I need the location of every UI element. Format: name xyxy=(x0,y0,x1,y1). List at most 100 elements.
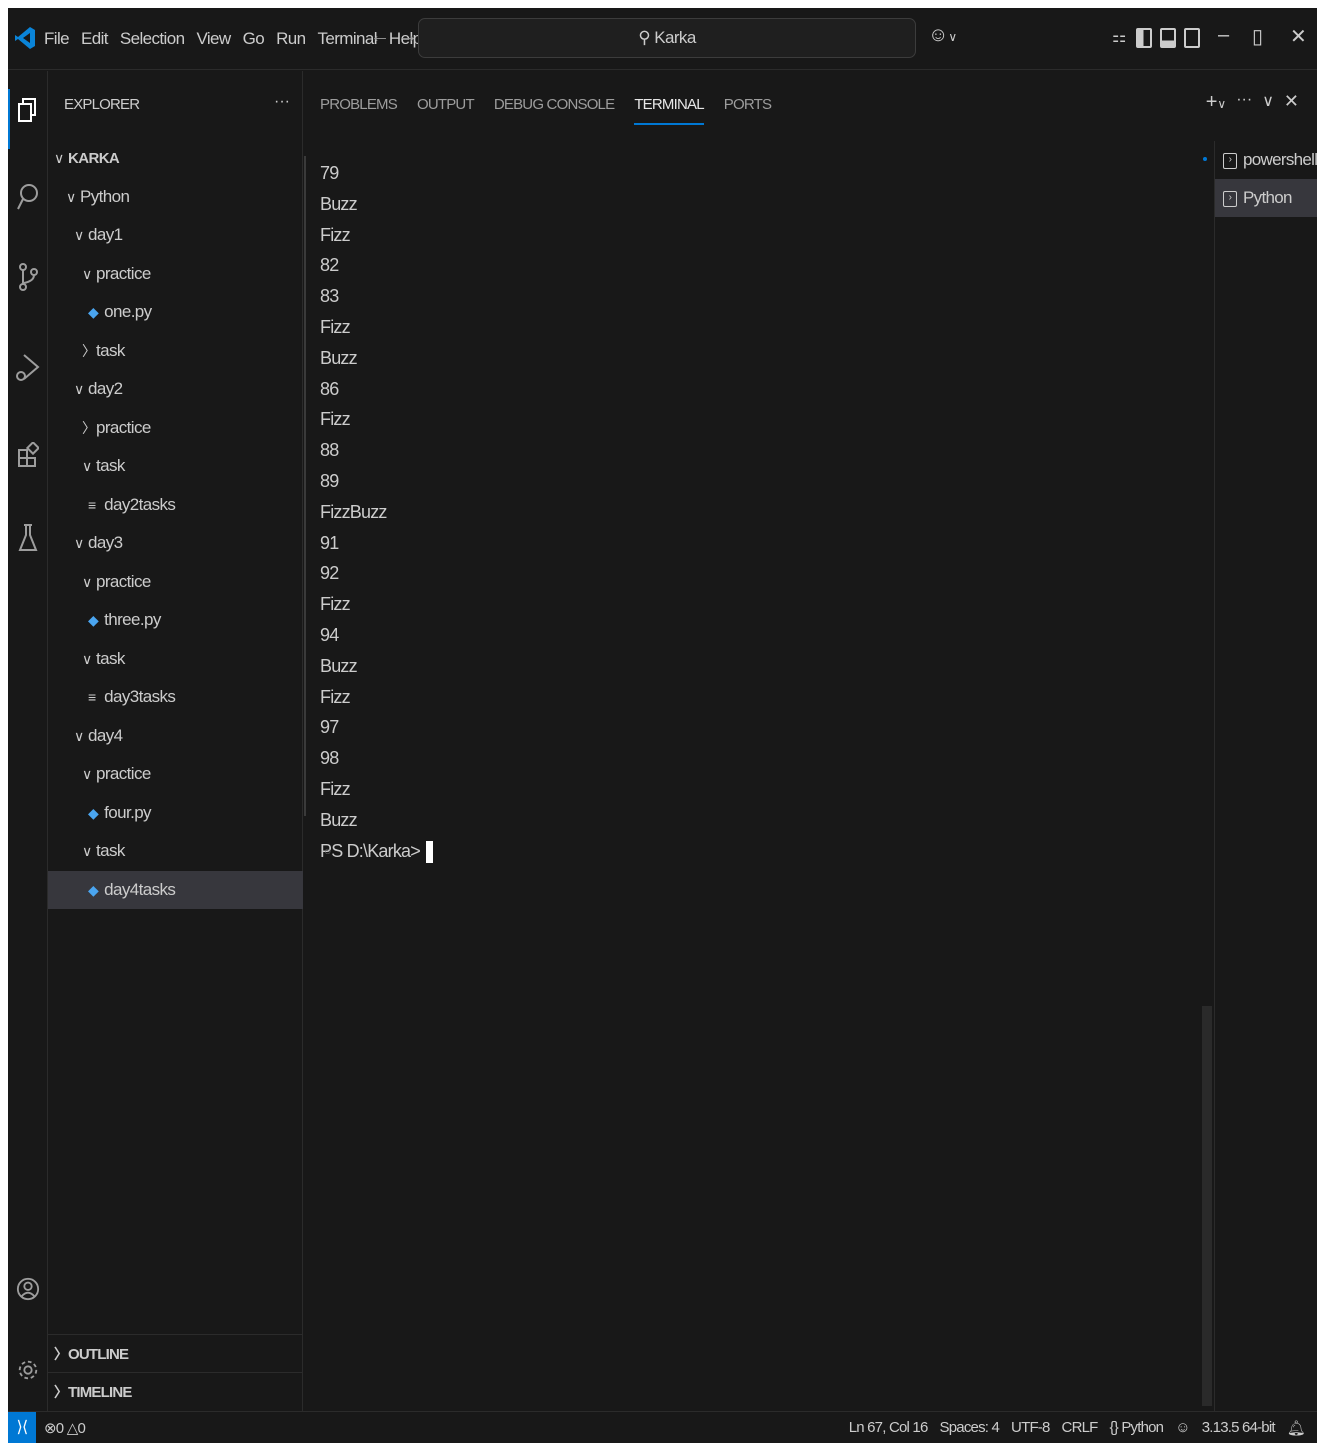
notifications-bell-icon[interactable]: 🔔︎ xyxy=(1287,1419,1306,1437)
tree-folder[interactable]: ∨ practice xyxy=(48,755,303,793)
customize-layout-icon[interactable]: ⚏ xyxy=(1112,28,1128,48)
terminal-line: 88 xyxy=(320,440,339,461)
indentation[interactable]: Spaces: 4 xyxy=(940,1419,1000,1437)
remote-indicator-icon[interactable]: ⟩⟨ xyxy=(8,1412,36,1443)
new-terminal-icon[interactable]: +∨ xyxy=(1206,91,1226,114)
cursor-position[interactable]: Ln 67, Col 16 xyxy=(849,1419,929,1437)
restore-icon[interactable]: ▯ xyxy=(1252,24,1263,49)
menu-view[interactable]: View xyxy=(196,28,231,50)
terminal-line: Buzz xyxy=(320,347,358,368)
terminal-line: 83 xyxy=(320,286,339,307)
tree-folder[interactable]: 〉practice xyxy=(48,409,303,447)
terminal-icon: › xyxy=(1223,190,1237,207)
terminal-scrollbar[interactable] xyxy=(1202,1006,1212,1406)
explorer-sidebar: EXPLORER ··· ∨ KARKA ∨ Python ∨ day1 ∨ practice… xyxy=(48,71,303,1411)
menu-file[interactable]: File xyxy=(44,28,70,50)
tree-item-label: day2tasks xyxy=(104,494,176,514)
terminal-output[interactable]: 79 Buzz Fizz 82 83 Fizz Buzz 86 Fizz 88 89 FizzBuzz… xyxy=(304,156,1212,1406)
tree-folder[interactable]: ∨ task xyxy=(48,832,303,870)
outline-section[interactable]: 〉OUTLINE xyxy=(48,1334,303,1372)
accounts-icon[interactable] xyxy=(16,1275,40,1303)
terminal-line: Fizz xyxy=(320,409,351,430)
terminal-line: 98 xyxy=(320,748,339,769)
panel-actions: +∨ ··· ∨ ✕ xyxy=(1206,91,1299,114)
active-indicator xyxy=(8,89,10,149)
line-endings[interactable]: CRLF xyxy=(1062,1419,1099,1437)
minimize-icon[interactable]: – xyxy=(1218,24,1229,47)
tree-file[interactable]: ◆ four.py xyxy=(48,794,303,832)
terminal-prompt-line[interactable]: ○ PS D:\Karka> xyxy=(320,836,433,867)
tree-file[interactable]: ◆ one.py xyxy=(48,293,303,331)
toggle-panel-icon[interactable] xyxy=(1160,28,1176,48)
tree-folder[interactable]: ∨ task xyxy=(48,447,303,485)
problems-status[interactable]: ⊗0 △0 xyxy=(44,1419,86,1437)
tree-folder[interactable]: ∨ practice xyxy=(48,563,303,601)
explorer-title: EXPLORER xyxy=(64,96,140,113)
more-icon[interactable]: ··· xyxy=(1236,91,1252,114)
menu-terminal[interactable]: Terminal xyxy=(317,28,377,50)
vscode-window: File Edit Selection View Go Run Terminal… xyxy=(8,8,1317,1443)
toggle-secondary-sidebar-icon[interactable] xyxy=(1184,28,1200,48)
terminal-item-label: powershell xyxy=(1243,150,1317,169)
menu-edit[interactable]: Edit xyxy=(81,28,109,50)
command-center-search[interactable]: ⚲ Karka xyxy=(418,18,916,58)
terminal-line: Fizz xyxy=(320,686,351,707)
tab-debug-console[interactable]: DEBUG CONSOLE xyxy=(494,96,615,121)
tree-folder[interactable]: ∨ day2 xyxy=(48,370,303,408)
tab-terminal[interactable]: TERMINAL xyxy=(634,96,705,125)
explorer-icon[interactable] xyxy=(16,96,40,124)
tab-problems[interactable]: PROBLEMS xyxy=(320,96,398,121)
menu-selection[interactable]: Selection xyxy=(120,28,185,50)
tree-root[interactable]: ∨ KARKA xyxy=(48,139,303,177)
tab-output[interactable]: OUTPUT xyxy=(417,96,475,121)
copilot-status-icon[interactable]: ☺ xyxy=(1175,1419,1190,1437)
terminal-line: FizzBuzz xyxy=(320,501,387,522)
terminal-item-label: Python xyxy=(1243,188,1292,207)
tree-folder[interactable]: ∨ day3 xyxy=(48,524,303,562)
tree-folder[interactable]: ∨ day1 xyxy=(48,216,303,254)
tree-file[interactable]: ◆ three.py xyxy=(48,601,303,639)
close-icon[interactable]: ✕ xyxy=(1290,24,1307,49)
chevron-down-icon[interactable]: ∨ xyxy=(1262,91,1274,114)
tree-folder[interactable]: ∨ day4 xyxy=(48,717,303,755)
tree-item-label: day1 xyxy=(88,225,123,244)
encoding[interactable]: UTF-8 xyxy=(1011,1419,1050,1437)
timeline-label: TIMELINE xyxy=(68,1384,132,1401)
language-mode[interactable]: {} Python xyxy=(1109,1419,1165,1437)
tree-file[interactable]: ≡ day2tasks xyxy=(48,486,303,524)
terminal-item-python[interactable]: › Python xyxy=(1215,179,1317,217)
python-interpreter[interactable]: 3.13.5 64-bit xyxy=(1202,1419,1276,1437)
terminal-item-powershell[interactable]: › powershell xyxy=(1203,141,1317,179)
menu-run[interactable]: Run xyxy=(276,28,306,50)
menu-go[interactable]: Go xyxy=(243,28,265,50)
tree-folder[interactable]: ∨ practice xyxy=(48,255,303,293)
tree-file[interactable]: ◆ day4tasks xyxy=(48,870,303,909)
toggle-primary-sidebar-icon[interactable] xyxy=(1136,28,1152,48)
timeline-section[interactable]: 〉TIMELINE xyxy=(48,1372,303,1410)
tab-ports[interactable]: PORTS xyxy=(724,96,772,121)
back-arrow-icon[interactable]: ← xyxy=(370,25,390,47)
more-actions-icon[interactable]: ··· xyxy=(274,93,290,111)
status-right: Ln 67, Col 16 Spaces: 4 UTF-8 CRLF {} Py… xyxy=(849,1419,1306,1437)
search-activity-icon[interactable] xyxy=(16,183,40,211)
tree-folder[interactable]: ∨ Python xyxy=(48,178,303,216)
tree-item-label: KARKA xyxy=(68,150,120,167)
status-bar: ⟩⟨ ⊗0 △0 Ln 67, Col 16 Spaces: 4 UTF-8 C… xyxy=(8,1411,1317,1443)
braces-icon: {} xyxy=(1109,1419,1119,1436)
tree-file[interactable]: ≡ day3tasks xyxy=(48,678,303,716)
tree-folder[interactable]: ∨ task xyxy=(48,640,303,678)
testing-icon[interactable] xyxy=(16,524,40,552)
terminal-line: 89 xyxy=(320,471,339,491)
run-debug-icon[interactable] xyxy=(16,354,40,382)
source-control-icon[interactable] xyxy=(16,263,40,291)
extensions-icon[interactable] xyxy=(16,441,40,469)
tree-folder[interactable]: 〉task xyxy=(48,332,303,370)
copilot-icon[interactable]: ☺∨ xyxy=(928,24,957,47)
terminal-icon: › xyxy=(1223,152,1237,169)
terminal-list: › powershell › Python xyxy=(1203,141,1317,1411)
close-panel-icon[interactable]: ✕ xyxy=(1284,91,1299,114)
warning-icon: △ xyxy=(66,1420,79,1437)
manage-gear-icon[interactable] xyxy=(16,1356,40,1384)
search-text: Karka xyxy=(654,28,696,47)
forward-arrow-icon[interactable]: → xyxy=(398,25,418,47)
